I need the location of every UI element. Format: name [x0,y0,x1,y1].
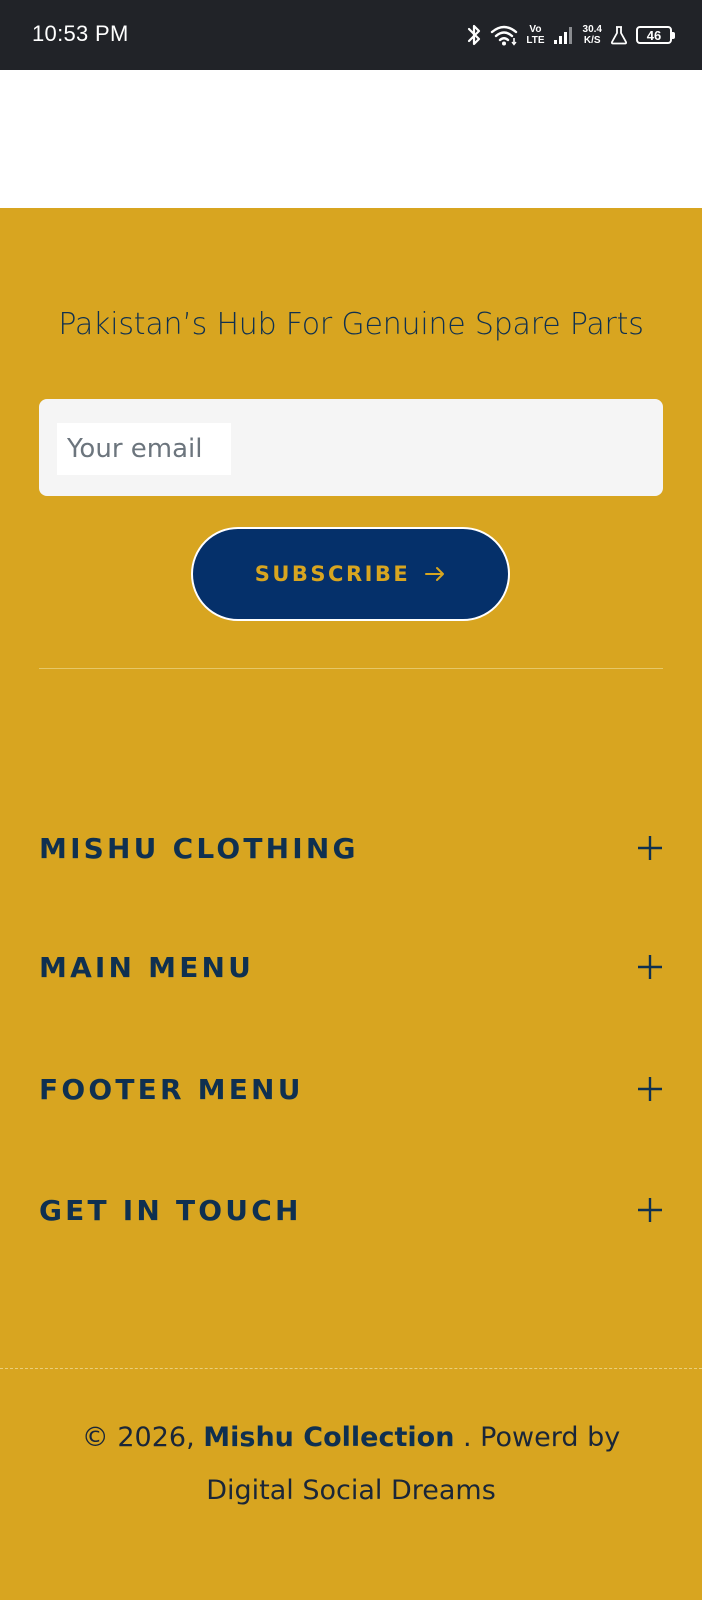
copyright-text: © 2026, Mishu Collection . Powerd by Dig… [0,1411,702,1517]
volte-indicator: Vo LTE [526,24,544,46]
bluetooth-icon [466,23,482,47]
subscribe-button-label: SUBSCRIBE [254,562,411,586]
accordion-get-in-touch[interactable]: GET IN TOUCH [39,1175,663,1245]
accordion-mishu-clothing[interactable]: MISHU CLOTHING [39,813,663,883]
footer-bottom-divider [0,1368,702,1369]
brand-link[interactable]: Mishu Collection [203,1422,454,1453]
credit-link[interactable]: Digital Social Dreams [206,1475,496,1506]
status-time: 10:53 PM [32,21,129,46]
cell-signal-icon [553,25,575,45]
status-bar: 10:53 PM Vo LTE 30.4 K/S 46 [0,0,702,70]
accordion-main-menu[interactable]: MAIN MENU [39,932,663,1002]
accordion-label: MAIN MENU [39,950,255,984]
battery-level: 46 [646,27,662,43]
accordion-label: GET IN TOUCH [39,1193,302,1227]
plus-icon[interactable] [637,1197,663,1223]
footer-divider [39,668,663,669]
newsletter-field-wrapper [39,399,663,496]
volte-bottom: LTE [526,35,545,46]
email-input[interactable] [57,423,231,475]
battery-icon: 46 [636,26,675,44]
speed-value: 30.4 [582,24,602,35]
accordion-footer-menu[interactable]: FOOTER MENU [39,1054,663,1124]
lab-flask-icon [610,25,628,45]
site-footer: Pakistan’s Hub For Genuine Spare Parts S… [0,208,702,1600]
subscribe-button[interactable]: SUBSCRIBE [191,527,510,621]
plus-icon[interactable] [637,1076,663,1102]
status-icons: Vo LTE 30.4 K/S 46 [466,18,675,52]
volte-top: Vo [529,24,542,35]
plus-icon[interactable] [637,954,663,980]
accordion-label: MISHU CLOTHING [39,831,359,865]
accordion-label: FOOTER MENU [39,1072,304,1106]
arrow-right-icon [424,566,446,582]
plus-icon[interactable] [637,835,663,861]
speed-indicator: 30.4 K/S [583,24,602,46]
copyright-prefix: © 2026, [81,1422,204,1453]
copyright-separator: . Powerd by [454,1422,621,1453]
header-spacer [0,70,702,208]
wifi-icon [490,24,518,46]
footer-tagline: Pakistan’s Hub For Genuine Spare Parts [58,307,644,342]
speed-unit: K/S [583,35,601,46]
